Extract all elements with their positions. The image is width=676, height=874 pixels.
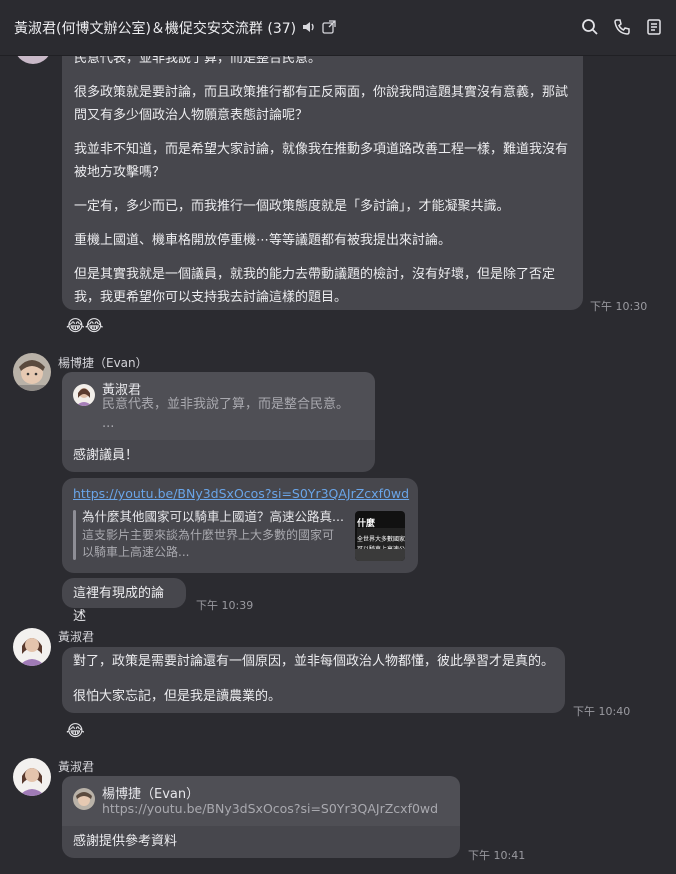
chat-area: 民意代表，並非我說了算，而是整合民意。 很多政策就是要討論，而且政策推行都有正反… <box>0 0 676 874</box>
group-name: 黃淑君(何博文辦公室)＆機促交安交流群 <box>14 21 263 37</box>
link-preview-bar <box>73 510 76 560</box>
sender-name: 黃淑君 <box>58 760 95 774</box>
quoted-avatar <box>73 788 95 810</box>
quoted-message[interactable]: 黃淑君 民意代表，並非我說了算，而是整合民意。 ... <box>62 372 375 440</box>
reply-message-bubble[interactable]: 黃淑君 民意代表，並非我說了算，而是整合民意。 ... 感謝議員！ <box>62 372 375 472</box>
message-text: 感謝提供參考資料 <box>73 834 178 849</box>
person-photo-icon <box>13 758 51 796</box>
quoted-avatar <box>73 384 95 406</box>
link-message-bubble[interactable]: https://youtu.be/BNy3dSxOcos?si=S0Yr3QAJ… <box>62 478 418 573</box>
message-time: 下午 10:41 <box>468 849 526 862</box>
link-preview-description: 這支影片主要來談為什麼世界上大多數的國家可 <box>82 528 335 542</box>
sender-name: 楊博捷（Evan） <box>58 356 148 370</box>
message-bubble[interactable]: 民意代表，並非我說了算，而是整合民意。 很多政策就是要討論，而且政策推行都有正反… <box>62 42 583 310</box>
notes-icon[interactable] <box>644 17 664 37</box>
youtube-link[interactable]: https://youtu.be/BNy3dSxOcos?si=S0Yr3QAJ… <box>73 482 409 505</box>
link-thumbnail[interactable]: 什麼 全世界大多數國家 可以騎車上高速公路 <box>355 511 405 561</box>
message-time: 下午 10:30 <box>590 300 648 313</box>
quoted-more: ... <box>102 416 115 431</box>
message-text: 很多政策就是要討論，而且政策推行都有正反兩面，你說我問這題其實沒有意義，那試問又… <box>74 85 569 123</box>
speaker-icon[interactable] <box>301 19 317 39</box>
person-photo-icon <box>13 628 51 666</box>
search-icon[interactable] <box>580 17 600 37</box>
baby-photo-icon <box>73 788 95 810</box>
reply-message-bubble[interactable]: 楊博捷（Evan） https://youtu.be/BNy3dSxOcos?s… <box>62 776 460 858</box>
reaction-emoji[interactable]: 😂 <box>66 721 85 740</box>
thumbnail-road <box>355 549 405 561</box>
link-preview[interactable]: 為什麼其他國家可以騎車上國道？高速公路真... 這支影片主要來談為什麼世界上大多… <box>82 508 412 564</box>
quoted-text: https://youtu.be/BNy3dSxOcos?si=S0Yr3QAJ… <box>102 801 439 816</box>
message-text: 重機上國道、機車格開放停重機⋯等等議題都有被我提出來討論。 <box>74 233 452 248</box>
chat-title[interactable]: 黃淑君(何博文辦公室)＆機促交安交流群 (37) <box>14 18 337 39</box>
person-photo-icon <box>73 384 95 406</box>
message-bubble[interactable]: 對了，政策是需要討論還有一個原因，並非每個政治人物都懂，彼此學習才是真的。 很怕… <box>62 647 565 713</box>
link-preview-description: 以騎車上高速公路... <box>82 545 190 559</box>
sender-avatar[interactable] <box>13 628 51 666</box>
quoted-text: 民意代表，並非我說了算，而是整合民意。 <box>102 397 350 412</box>
popout-icon[interactable] <box>321 19 337 39</box>
message-bubble[interactable]: 這裡有現成的論述 <box>62 578 186 624</box>
sender-avatar[interactable] <box>13 353 51 391</box>
quoted-message[interactable]: 楊博捷（Evan） https://youtu.be/BNy3dSxOcos?s… <box>62 776 460 826</box>
message-text: 我並非不知道，而是希望大家討論，就像我在推動多項道路改善工程一樣，難道我沒有被地… <box>74 142 569 180</box>
message-time: 下午 10:39 <box>196 599 254 612</box>
message-text: 但是其實我就是一個議員，就我的能力去帶動議題的檢討，沒有好壞，但是除了否定我，我… <box>74 267 556 305</box>
phone-icon[interactable] <box>612 17 632 37</box>
reaction-emoji[interactable]: 😂😂 <box>66 316 103 335</box>
message-text: 對了，政策是需要討論還有一個原因，並非每個政治人物都懂，彼此學習才是真的。 <box>73 654 555 669</box>
link-preview-title: 為什麼其他國家可以騎車上國道？高速公路真... <box>82 509 344 524</box>
message-text: 很怕大家忘記，但是我是讀農業的。 <box>73 689 282 704</box>
chat-header: 黃淑君(何博文辦公室)＆機促交安交流群 (37) <box>0 0 676 56</box>
message-text: 感謝議員！ <box>73 448 139 463</box>
sender-name: 黃淑君 <box>58 630 95 644</box>
message-text: 這裡有現成的論述 <box>73 586 165 624</box>
message-text: 一定有，多少而已，而我推行一個政策態度就是「多討論」，才能凝聚共識。 <box>74 199 510 214</box>
member-count: (37) <box>267 21 297 37</box>
baby-photo-icon <box>13 353 51 391</box>
sender-avatar[interactable] <box>13 758 51 796</box>
message-time: 下午 10:40 <box>573 705 631 718</box>
